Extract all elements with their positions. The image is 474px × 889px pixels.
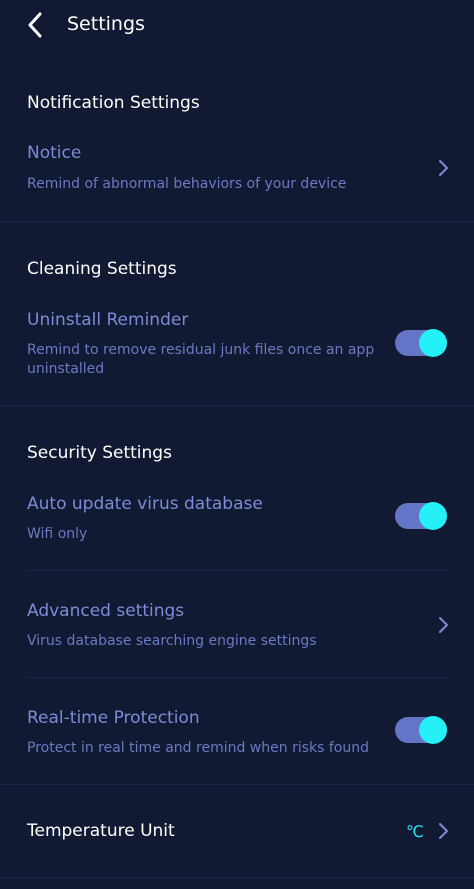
advanced-settings-row[interactable]: Advanced settings Virus database searchi…	[0, 598, 474, 668]
uninstall-reminder-row[interactable]: Uninstall Reminder Remind to remove resi…	[0, 307, 474, 387]
row-title: Notice	[27, 143, 82, 163]
toggle-knob	[419, 716, 447, 744]
auto-update-row[interactable]: Auto update virus database Wifi only	[0, 491, 474, 566]
row-title: Real-time Protection	[27, 708, 200, 728]
row-title: Advanced settings	[27, 601, 185, 621]
row-subtitle: Remind of abnormal behaviors of your dev…	[27, 176, 347, 192]
cleaning-settings-section: Cleaning Settings Uninstall Reminder Rem…	[0, 222, 474, 406]
temperature-unit-value: ℃	[406, 822, 424, 841]
realtime-protection-row[interactable]: Real-time Protection Protect in real tim…	[0, 705, 474, 775]
notification-settings-section: Notification Settings Notice Remind of a…	[0, 70, 474, 222]
toggle-knob	[419, 329, 447, 357]
section-title: Security Settings	[27, 443, 172, 463]
back-arrow-icon	[28, 12, 42, 38]
uninstall-reminder-toggle[interactable]	[395, 329, 447, 357]
row-subtitle: Remind to remove residual junk files onc…	[27, 342, 375, 377]
toggle-knob	[419, 502, 447, 530]
app-header: Settings	[0, 0, 474, 50]
temperature-unit-row[interactable]: Temperature Unit ℃	[0, 785, 474, 877]
section-title: Cleaning Settings	[27, 259, 177, 279]
row-subtitle: Virus database searching engine settings	[27, 633, 317, 649]
chevron-right-icon	[436, 158, 450, 178]
temperature-unit-section: Temperature Unit ℃	[0, 785, 474, 878]
realtime-protection-toggle[interactable]	[395, 716, 447, 744]
row-title: Auto update virus database	[27, 494, 263, 514]
auto-update-toggle[interactable]	[395, 502, 447, 530]
notice-row[interactable]: Notice Remind of abnormal behaviors of y…	[0, 133, 474, 203]
chevron-right-icon	[436, 615, 450, 635]
page-title: Settings	[67, 13, 145, 35]
row-subtitle: Wifi only	[27, 526, 88, 542]
row-subtitle: Protect in real time and remind when ris…	[27, 740, 369, 756]
chevron-right-icon	[436, 821, 450, 841]
back-button[interactable]	[20, 10, 50, 40]
divider	[27, 570, 447, 571]
section-title: Notification Settings	[27, 93, 200, 113]
security-settings-section: Security Settings Auto update virus data…	[0, 406, 474, 785]
divider	[27, 677, 447, 678]
row-title: Temperature Unit	[27, 821, 175, 841]
row-title: Uninstall Reminder	[27, 310, 189, 330]
